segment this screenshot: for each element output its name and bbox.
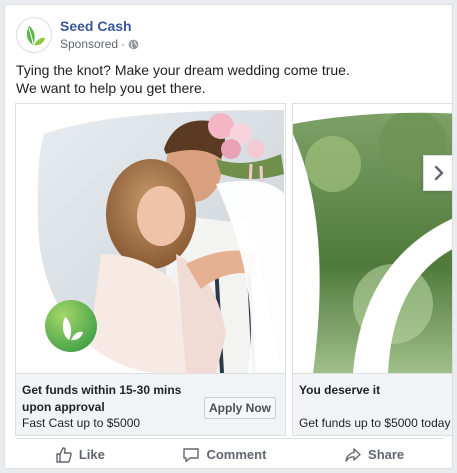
separator-dot: ·: [121, 37, 126, 51]
like-label: Like: [78, 447, 105, 462]
thumbs-up-icon: [56, 446, 72, 463]
post-text-line-1: Tying the knot? Make your dream wedding …: [16, 62, 350, 78]
card-description: Get funds up to $5000 today: [299, 416, 451, 430]
post-message: Tying the knot? Make your dream wedding …: [16, 61, 436, 97]
seed-leaf-logo-icon: [26, 26, 45, 46]
post-actions-bar: Like Comment Share: [16, 438, 443, 468]
carousel-card-2[interactable]: You deserve it Get funds up to $5000 tod…: [292, 103, 452, 436]
page-name-link[interactable]: Seed Cash: [60, 18, 132, 34]
comment-label: Comment: [206, 447, 267, 462]
post-text-line-2: We want to help you get there.: [16, 80, 206, 96]
card-footer: Get funds within 15-30 mins upon approva…: [16, 373, 285, 435]
card-footer: You deserve it Get funds up to $5000 tod…: [293, 373, 452, 435]
sponsored-post: Seed Cash Sponsored · Tying the knot? Ma…: [4, 4, 453, 469]
sponsored-label: Sponsored ·: [60, 37, 139, 51]
card-headline[interactable]: Get funds within 15-30 mins upon approva…: [22, 382, 200, 416]
card-description: Fast Cast up to $5000: [22, 416, 141, 430]
card-headline[interactable]: You deserve it: [299, 382, 452, 399]
carousel-next-button[interactable]: [423, 155, 452, 191]
apply-now-button[interactable]: Apply Now: [204, 397, 276, 419]
ad-carousel: Get funds within 15-30 mins upon approva…: [15, 103, 452, 437]
page-avatar[interactable]: [16, 17, 52, 53]
carousel-card-1[interactable]: Get funds within 15-30 mins upon approva…: [15, 103, 286, 436]
globe-icon[interactable]: [128, 39, 139, 50]
green-leaf-photo[interactable]: [293, 104, 452, 373]
chevron-right-icon: [434, 165, 444, 181]
share-label: Share: [368, 447, 405, 462]
share-icon: [345, 447, 361, 462]
like-button[interactable]: Like: [55, 446, 105, 464]
wedding-couple-photo[interactable]: [16, 104, 285, 373]
share-button[interactable]: Share: [344, 446, 404, 464]
comment-icon: [183, 447, 200, 462]
comment-button[interactable]: Comment: [182, 446, 266, 464]
sponsored-text[interactable]: Sponsored: [60, 37, 118, 51]
